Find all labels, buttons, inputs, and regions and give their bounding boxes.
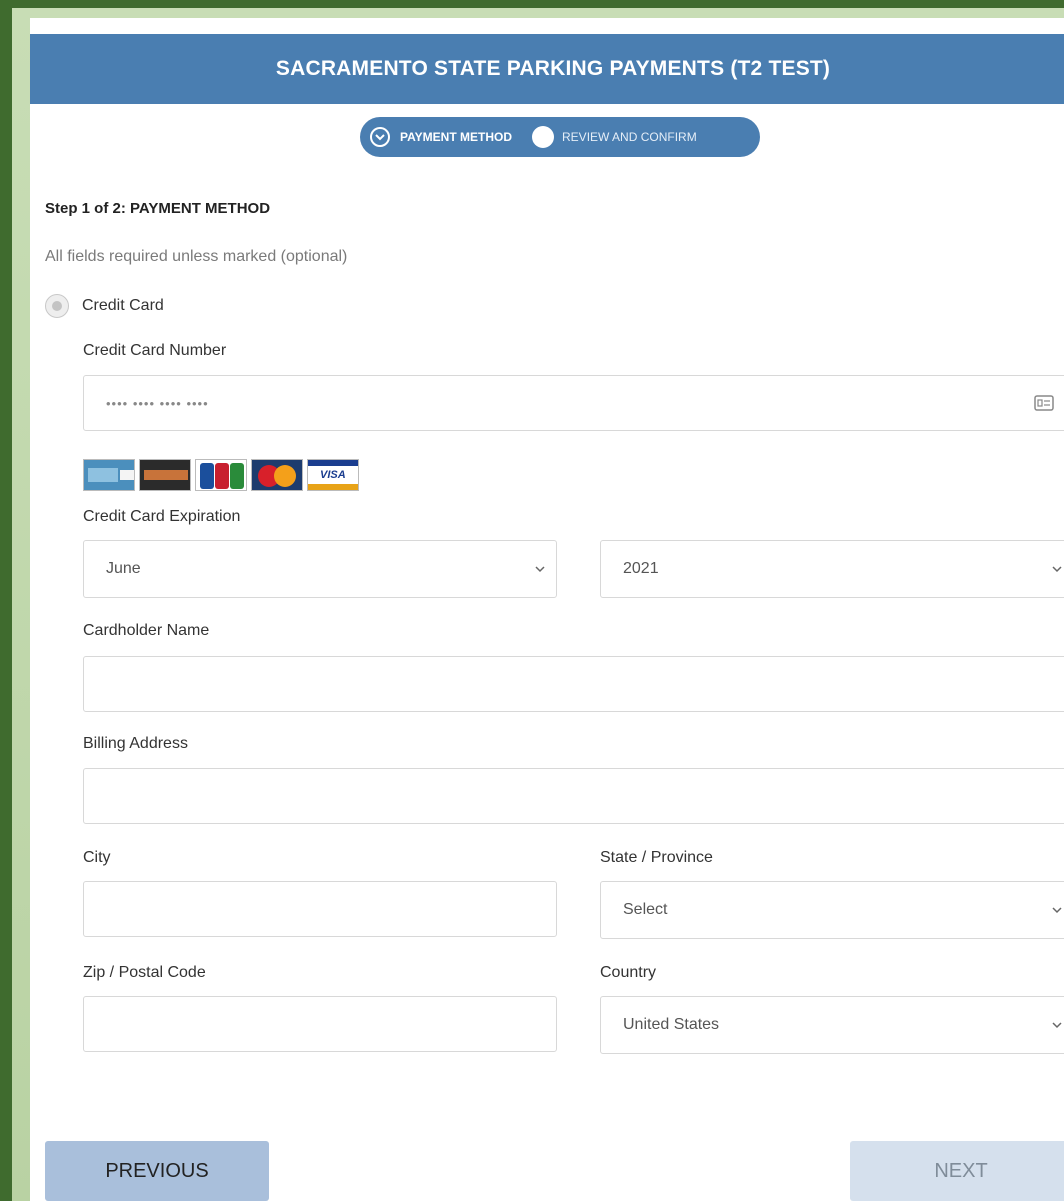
visa-logo: VISA [307,459,359,491]
zip-label: Zip / Postal Code [83,964,206,981]
state-label: State / Province [600,849,713,866]
card-number-placeholder: •••• •••• •••• •••• [106,395,209,411]
previous-button[interactable]: PREVIOUS [45,1141,269,1201]
cardholder-name-field[interactable] [83,656,1064,712]
billing-address-field[interactable] [83,768,1064,824]
billing-address-label: Billing Address [83,735,188,752]
chevron-down-icon [535,566,545,573]
chevron-down-icon [1052,907,1062,914]
step-label: REVIEW AND CONFIRM [562,130,697,144]
step-title: Step 1 of 2: PAYMENT METHOD [45,200,271,217]
country-select[interactable]: United States [600,996,1064,1054]
country-value: United States [623,1016,720,1033]
expiration-label: Credit Card Expiration [83,508,241,525]
card-number-field[interactable]: •••• •••• •••• •••• [83,375,1064,431]
card-icon [1034,395,1054,411]
step-payment-method: PAYMENT METHOD [370,127,512,147]
credit-card-radio[interactable] [45,294,69,318]
progress-stepper: PAYMENT METHOD REVIEW AND CONFIRM [360,117,760,157]
credit-card-label: Credit Card [82,297,164,314]
next-button[interactable]: NEXT [850,1141,1064,1201]
country-label: Country [600,964,657,981]
step-review-confirm: REVIEW AND CONFIRM [532,126,697,148]
city-field[interactable] [83,881,557,937]
chevron-circle-icon [370,127,390,147]
zip-field[interactable] [83,996,557,1052]
expiration-year-select[interactable]: 2021 [600,540,1064,598]
page-title: SACRAMENTO STATE PARKING PAYMENTS (T2 TE… [275,57,831,80]
step-label: PAYMENT METHOD [400,130,513,144]
city-label: City [83,849,111,866]
payment-panel: SACRAMENTO STATE PARKING PAYMENTS (T2 TE… [30,18,1064,1201]
cardholder-label: Cardholder Name [83,622,210,639]
discover-logo [139,459,191,491]
expiration-month-select[interactable]: June [83,540,557,598]
expiration-month-value: June [106,560,141,577]
amex-logo [83,459,135,491]
mastercard-logo [251,459,303,491]
required-note: All fields required unless marked (optio… [45,248,348,265]
step-dot-icon [532,126,555,148]
card-number-label: Credit Card Number [83,342,227,359]
state-select[interactable]: Select [600,881,1064,939]
card-logos: VISA [83,459,359,491]
credit-card-option[interactable]: Credit Card [45,294,164,318]
jcb-logo [195,459,247,491]
expiration-year-value: 2021 [623,560,659,577]
state-value: Select [623,901,668,918]
chevron-down-icon [1052,1022,1062,1029]
page-header: SACRAMENTO STATE PARKING PAYMENTS (T2 TE… [30,34,1064,104]
chevron-down-icon [1052,566,1062,573]
page-frame: SACRAMENTO STATE PARKING PAYMENTS (T2 TE… [0,0,1064,1201]
